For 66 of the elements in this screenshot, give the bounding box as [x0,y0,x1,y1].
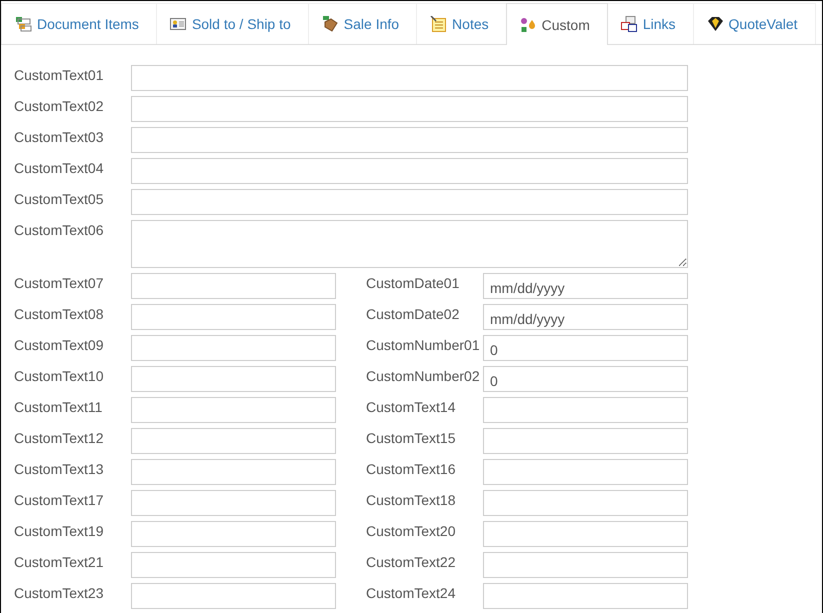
field-label: CustomDate02 [366,305,460,322]
input-field[interactable] [483,459,688,485]
input-field[interactable]: 0 [483,366,688,392]
field-label: CustomText07 [14,274,104,291]
input-field[interactable] [131,273,336,299]
input-field[interactable] [131,521,336,547]
field-label: CustomText05 [14,190,104,207]
input-field[interactable] [483,552,688,578]
field-label: CustomNumber01 [366,336,481,353]
windows-icon [620,16,638,32]
field-label: CustomText06 [14,221,104,238]
field-label: CustomText09 [14,336,104,353]
id-card-icon [170,16,187,32]
field-label: CustomText19 [14,522,104,539]
field-label: CustomText03 [14,128,104,145]
input-field[interactable]: 0 [483,335,688,361]
input-field[interactable] [483,490,688,516]
input-field[interactable] [131,158,688,184]
input-field[interactable] [131,459,336,485]
input-field[interactable] [483,428,688,454]
field-label: CustomText22 [366,553,456,570]
field-label: CustomText18 [366,491,456,508]
diamond-icon [706,16,724,32]
field-label: CustomText14 [366,398,456,415]
input-field[interactable] [131,428,336,454]
input-field[interactable] [131,65,688,91]
input-field[interactable] [131,397,336,423]
field-label: CustomNumber02 [366,367,481,384]
input-field[interactable] [483,583,688,609]
input-field[interactable] [483,521,688,547]
input-field[interactable] [131,552,336,578]
field-label: CustomText23 [14,584,104,601]
input-field[interactable]: mm/dd/yyyy [483,273,688,299]
input-field[interactable]: mm/dd/yyyy [483,304,688,330]
input-field[interactable] [131,96,688,122]
field-label: CustomDate01 [366,274,460,291]
text-area[interactable] [131,220,688,268]
field-label: CustomText21 [14,553,104,570]
field-label: CustomText12 [14,429,104,446]
input-field[interactable] [131,304,336,330]
tab[interactable]: Document Items [1,3,157,44]
input-field[interactable] [483,397,688,423]
shapes-icon [520,16,537,32]
field-label: CustomText16 [366,460,456,477]
field-label: CustomText17 [14,491,104,508]
tab[interactable]: Custom [506,3,608,45]
field-label: CustomText24 [366,584,456,601]
field-label: CustomText20 [366,522,456,539]
notepad-icon [430,16,448,32]
input-field[interactable] [131,366,336,392]
field-label: CustomText13 [14,460,104,477]
input-field[interactable] [131,490,336,516]
field-label: CustomText11 [14,398,104,415]
field-label: CustomText10 [14,367,104,384]
input-field[interactable] [131,583,336,609]
field-label: CustomText01 [14,66,104,83]
field-label: CustomText15 [366,429,456,446]
field-label: CustomText08 [14,305,104,322]
field-label: CustomText02 [14,97,104,114]
forms-icon [15,16,32,32]
input-field[interactable] [131,189,688,215]
tab[interactable]: QuoteValet [692,3,816,44]
package-icon [322,16,339,32]
input-field[interactable] [131,335,336,361]
input-field[interactable] [131,127,688,153]
field-label: CustomText04 [14,159,104,176]
